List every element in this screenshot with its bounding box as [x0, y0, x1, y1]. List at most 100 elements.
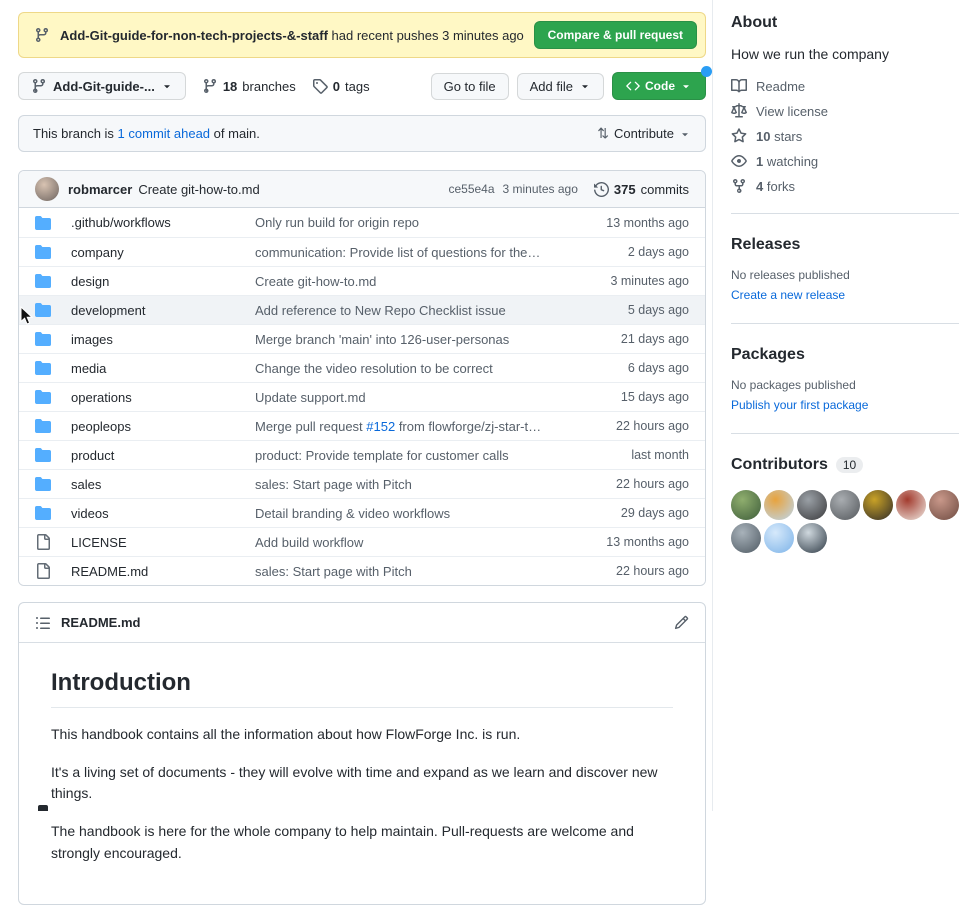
file-name-link[interactable]: operations [71, 390, 239, 405]
commit-message[interactable]: Merge pull request #152 from flowforge/z… [255, 419, 543, 434]
banner-text: Add-Git-guide-for-non-tech-projects-&-st… [60, 28, 524, 43]
commit-message[interactable]: Detail branding & video workflows [255, 506, 543, 521]
code-button[interactable]: Code [612, 72, 706, 100]
file-name-link[interactable]: peopleops [71, 419, 239, 434]
commit-message-link[interactable]: Create git-how-to.md [138, 182, 259, 197]
folder-icon [35, 476, 55, 492]
file-row[interactable]: designCreate git-how-to.md3 minutes ago [19, 266, 705, 295]
file-row[interactable]: .github/workflows Only run build for orig… [19, 208, 705, 237]
contributors-title[interactable]: Contributors [731, 456, 828, 474]
commit-author-link[interactable]: robmarcer [68, 182, 132, 197]
file-name-link[interactable]: videos [71, 506, 239, 521]
contributor-avatar[interactable] [731, 523, 761, 553]
main-column: Add-Git-guide-for-non-tech-projects-&-st… [0, 0, 706, 811]
file-name-link[interactable]: development [71, 303, 239, 318]
sidebar-stat-license[interactable]: View license [731, 103, 959, 119]
commit-time: 6 days ago [559, 361, 689, 375]
commit-sha-link[interactable]: ce55e4a [448, 182, 494, 196]
sidebar-stat-forks[interactable]: 4 forks [731, 178, 959, 194]
file-row[interactable]: salessales: Start page with Pitch22 hour… [19, 469, 705, 498]
contribute-arrows-icon: ⇅ [597, 125, 609, 142]
tags-link[interactable]: 0 tags [312, 78, 370, 94]
file-name-link[interactable]: company [71, 245, 239, 260]
contributor-avatar[interactable] [929, 490, 959, 520]
commit-message[interactable]: sales: Start page with Pitch [255, 477, 543, 492]
contributor-avatar[interactable] [863, 490, 893, 520]
file-row[interactable]: product product: Provide template for cus… [19, 440, 705, 469]
commit-author-avatar[interactable] [35, 177, 59, 201]
go-to-file-button[interactable]: Go to file [431, 73, 509, 100]
folder-icon [35, 505, 55, 521]
file-name-link[interactable]: README.md [71, 564, 239, 579]
commit-time: 15 days ago [559, 390, 689, 404]
edit-pencil-icon[interactable] [674, 615, 689, 630]
repo-counts: 18 branches 0 tags [202, 78, 370, 94]
commit-message[interactable]: Only run build for origin repo [255, 215, 543, 230]
commit-message[interactable]: communication: Provide list of questions… [255, 245, 543, 260]
file-row[interactable]: development Add reference to New Repo Che… [19, 295, 705, 324]
commit-time: 22 hours ago [559, 419, 689, 433]
file-name-link[interactable]: images [71, 332, 239, 347]
sidebar-stat-watching[interactable]: 1 watching [731, 153, 959, 169]
file-row[interactable]: peopleops Merge pull request #152 from fl… [19, 411, 705, 440]
file-row[interactable]: images Merge branch 'main' into 126-user-… [19, 324, 705, 353]
file-name-link[interactable]: LICENSE [71, 535, 239, 550]
contributor-avatar[interactable] [764, 523, 794, 553]
file-name-link[interactable]: .github/workflows [71, 215, 239, 230]
branch-status-bar: This branch is 1 commit ahead of main. ⇅… [18, 115, 706, 152]
file-row[interactable]: LICENSEAdd build workflow13 months ago [19, 527, 705, 556]
commit-time: 5 days ago [559, 303, 689, 317]
contribute-button[interactable]: ⇅ Contribute [597, 125, 691, 142]
publish-package-link[interactable]: Publish your first package [731, 398, 868, 412]
file-row[interactable]: media Change the video resolution to be c… [19, 353, 705, 382]
law-icon [731, 103, 747, 119]
history-icon [594, 182, 609, 197]
repo-nav-actions: Go to file Add file Code [431, 72, 706, 100]
commit-message[interactable]: Change the video resolution to be correc… [255, 361, 543, 376]
readme-filename[interactable]: README.md [61, 615, 140, 630]
code-icon [626, 79, 640, 93]
contributors-header: Contributors 10 [731, 456, 959, 474]
commit-message[interactable]: sales: Start page with Pitch [255, 564, 543, 579]
compare-pull-request-button[interactable]: Compare & pull request [534, 21, 697, 49]
commit-message[interactable]: Add build workflow [255, 535, 543, 550]
banner-message: had recent pushes 3 minutes ago [328, 28, 524, 43]
branches-link[interactable]: 18 branches [202, 78, 296, 94]
file-row[interactable]: README.mdsales: Start page with Pitch22 … [19, 556, 705, 585]
branch-status-text: This branch is 1 commit ahead of main. [33, 126, 260, 141]
create-release-link[interactable]: Create a new release [731, 288, 845, 302]
commit-message[interactable]: Add reference to New Repo Checklist issu… [255, 303, 543, 318]
commits-ahead-link[interactable]: 1 commit ahead [118, 126, 211, 141]
commit-message[interactable]: product: Provide template for customer c… [255, 448, 543, 463]
sidebar-stat-stars[interactable]: 10 stars [731, 128, 959, 144]
file-name-link[interactable]: media [71, 361, 239, 376]
sidebar-stat-readme[interactable]: Readme [731, 78, 959, 94]
contributor-avatar[interactable] [764, 490, 794, 520]
sidebar: About How we run the company ReadmeView … [712, 0, 975, 811]
stat-text: 4 forks [756, 179, 795, 194]
folder-icon [35, 360, 55, 376]
pr-link[interactable]: #152 [366, 419, 395, 434]
branch-selector-button[interactable]: Add-Git-guide-... [18, 72, 186, 100]
commit-message[interactable]: Create git-how-to.md [255, 274, 543, 289]
contributor-avatar[interactable] [896, 490, 926, 520]
contributors-count-badge: 10 [836, 457, 863, 473]
readme-paragraph: The handbook is here for the whole compa… [51, 821, 673, 864]
add-file-button[interactable]: Add file [517, 73, 604, 100]
contribute-label: Contribute [614, 126, 674, 141]
contributor-avatar[interactable] [830, 490, 860, 520]
file-row[interactable]: operations Update support.md 15 days ago [19, 382, 705, 411]
contributor-avatar[interactable] [797, 523, 827, 553]
file-row[interactable]: company communication: Provide list of qu… [19, 237, 705, 266]
commit-time: 29 days ago [559, 506, 689, 520]
file-row[interactable]: videos Detail branding & video workflows 2… [19, 498, 705, 527]
commit-message[interactable]: Merge branch 'main' into 126-user-person… [255, 332, 543, 347]
commit-history-link[interactable]: 375 commits [594, 182, 689, 197]
file-name-link[interactable]: design [71, 274, 239, 289]
commit-message[interactable]: Update support.md [255, 390, 543, 405]
contributor-avatar[interactable] [731, 490, 761, 520]
eye-icon [731, 153, 747, 169]
contributor-avatar[interactable] [797, 490, 827, 520]
file-name-link[interactable]: sales [71, 477, 239, 492]
file-name-link[interactable]: product [71, 448, 239, 463]
